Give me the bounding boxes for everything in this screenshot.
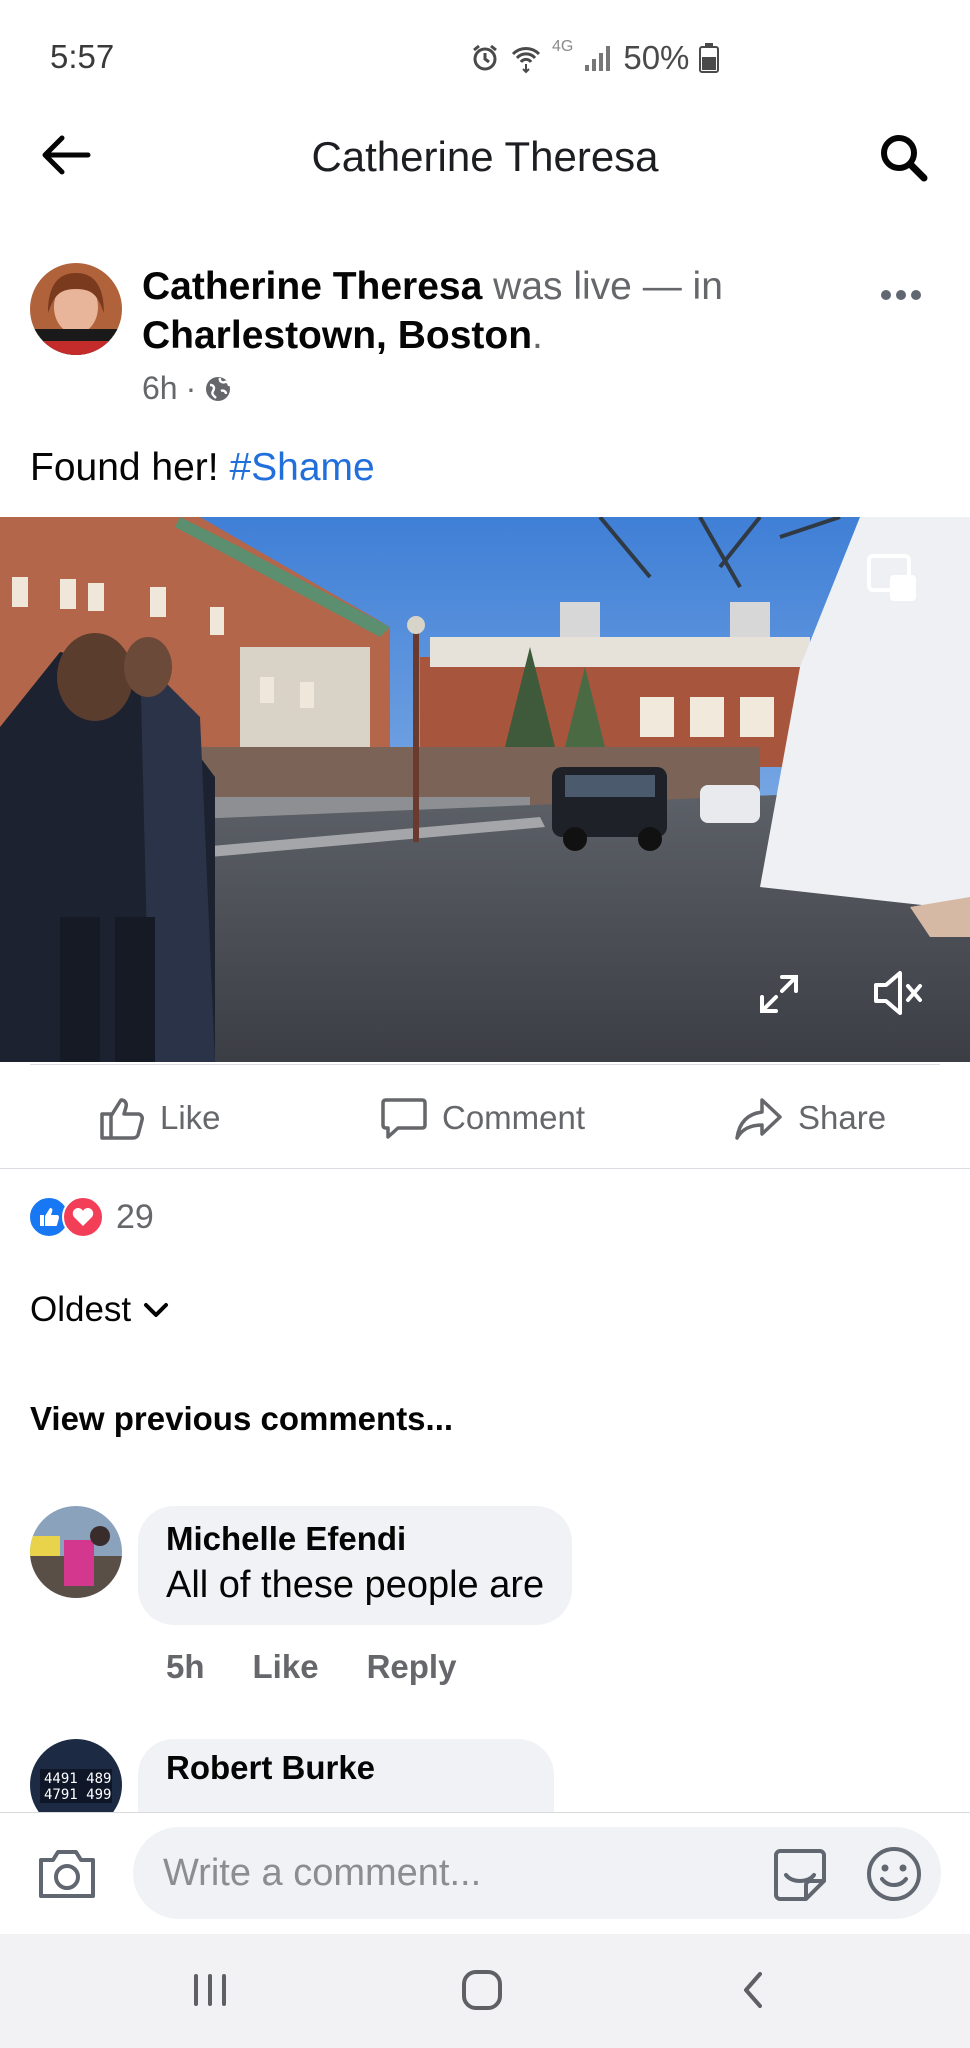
comment-text: All of these people are	[166, 1564, 545, 1606]
location-link[interactable]: Charlestown, Boston	[142, 314, 532, 357]
muted-icon[interactable]	[872, 967, 924, 1019]
author-name[interactable]: Catherine Theresa	[142, 265, 482, 308]
system-navigation-bar	[0, 1934, 970, 2048]
fullscreen-icon[interactable]	[758, 973, 800, 1015]
commenter-name[interactable]: Michelle Efendi	[166, 1520, 544, 1558]
comment-actions: 5h Like Reply	[166, 1648, 456, 1686]
recent-apps-icon[interactable]	[190, 1970, 230, 2010]
status-time: 5:57	[50, 38, 115, 75]
signal-icon	[585, 46, 611, 71]
reaction-count: 29	[116, 1197, 154, 1236]
alarm-icon	[473, 44, 497, 71]
live-video[interactable]	[0, 517, 970, 1062]
wifi-icon	[511, 47, 541, 74]
comment-icon	[381, 1098, 427, 1139]
post-time[interactable]: 6h	[142, 370, 178, 407]
more-options-icon[interactable]	[880, 262, 922, 312]
battery-percent: 50%	[623, 39, 690, 76]
share-label: Share	[798, 1099, 887, 1136]
thumbs-up-icon	[100, 1098, 144, 1140]
home-icon[interactable]	[460, 1968, 504, 2012]
network-type: 4G	[552, 38, 574, 55]
page-title: Catherine Theresa	[311, 133, 659, 180]
svg-text:4791 499: 4791 499	[44, 1787, 111, 1803]
comment-bubble[interactable]: Michelle Efendi All of these people are	[138, 1506, 573, 1625]
emoji-icon[interactable]	[864, 1844, 924, 1904]
reactions-summary[interactable]: 29	[28, 1196, 154, 1238]
chevron-down-icon	[144, 1303, 169, 1317]
search-icon[interactable]	[876, 130, 932, 186]
share-button[interactable]: Share	[734, 1090, 886, 1146]
video-frame	[0, 517, 970, 1062]
post-text: Found her!	[30, 446, 219, 489]
comment-button[interactable]: Comment	[380, 1090, 585, 1146]
sort-label: Oldest	[30, 1290, 132, 1329]
comment-like-button[interactable]: Like	[253, 1648, 319, 1686]
comment-2-clip: 4491 489 4791 499 Robert Burke	[0, 1736, 970, 1812]
view-previous-comments-link[interactable]: View previous comments...	[30, 1400, 453, 1438]
like-label: Like	[160, 1099, 221, 1136]
meta-separator: ·	[185, 370, 197, 406]
header-period: .	[532, 314, 543, 357]
post-header: Catherine Theresa was live — in Charlest…	[142, 262, 802, 360]
comment-avatar[interactable]: 4491 489 4791 499	[30, 1739, 122, 1812]
post-body: Found her! #Shame	[30, 446, 375, 490]
minimize-video-icon[interactable]	[866, 553, 918, 603]
hashtag-link[interactable]: #Shame	[229, 446, 374, 489]
back-icon[interactable]	[738, 1970, 768, 2010]
comment-sort-dropdown[interactable]: Oldest	[30, 1290, 169, 1330]
live-text: was live — in	[493, 265, 723, 308]
post-meta: 6h ·	[142, 370, 232, 407]
share-icon	[735, 1098, 782, 1140]
comment-reply-button[interactable]: Reply	[367, 1648, 457, 1686]
comment-avatar[interactable]	[30, 1506, 122, 1598]
divider	[0, 1168, 970, 1169]
camera-icon[interactable]	[36, 1846, 98, 1902]
comment-label: Comment	[442, 1099, 586, 1136]
author-avatar[interactable]	[30, 263, 122, 355]
globe-icon	[206, 376, 231, 401]
love-reaction-icon	[62, 1196, 104, 1238]
battery-icon	[699, 43, 720, 73]
svg-text:4491 489: 4491 489	[44, 1771, 111, 1787]
like-button[interactable]: Like	[98, 1090, 221, 1146]
status-icons: 4G 50%	[470, 38, 720, 78]
comment-time: 5h	[166, 1648, 205, 1685]
divider	[30, 1064, 940, 1065]
sticker-icon[interactable]	[770, 1845, 830, 1905]
commenter-name[interactable]: Robert Burke	[166, 1749, 526, 1787]
comment-bubble[interactable]: Robert Burke	[138, 1739, 554, 1812]
